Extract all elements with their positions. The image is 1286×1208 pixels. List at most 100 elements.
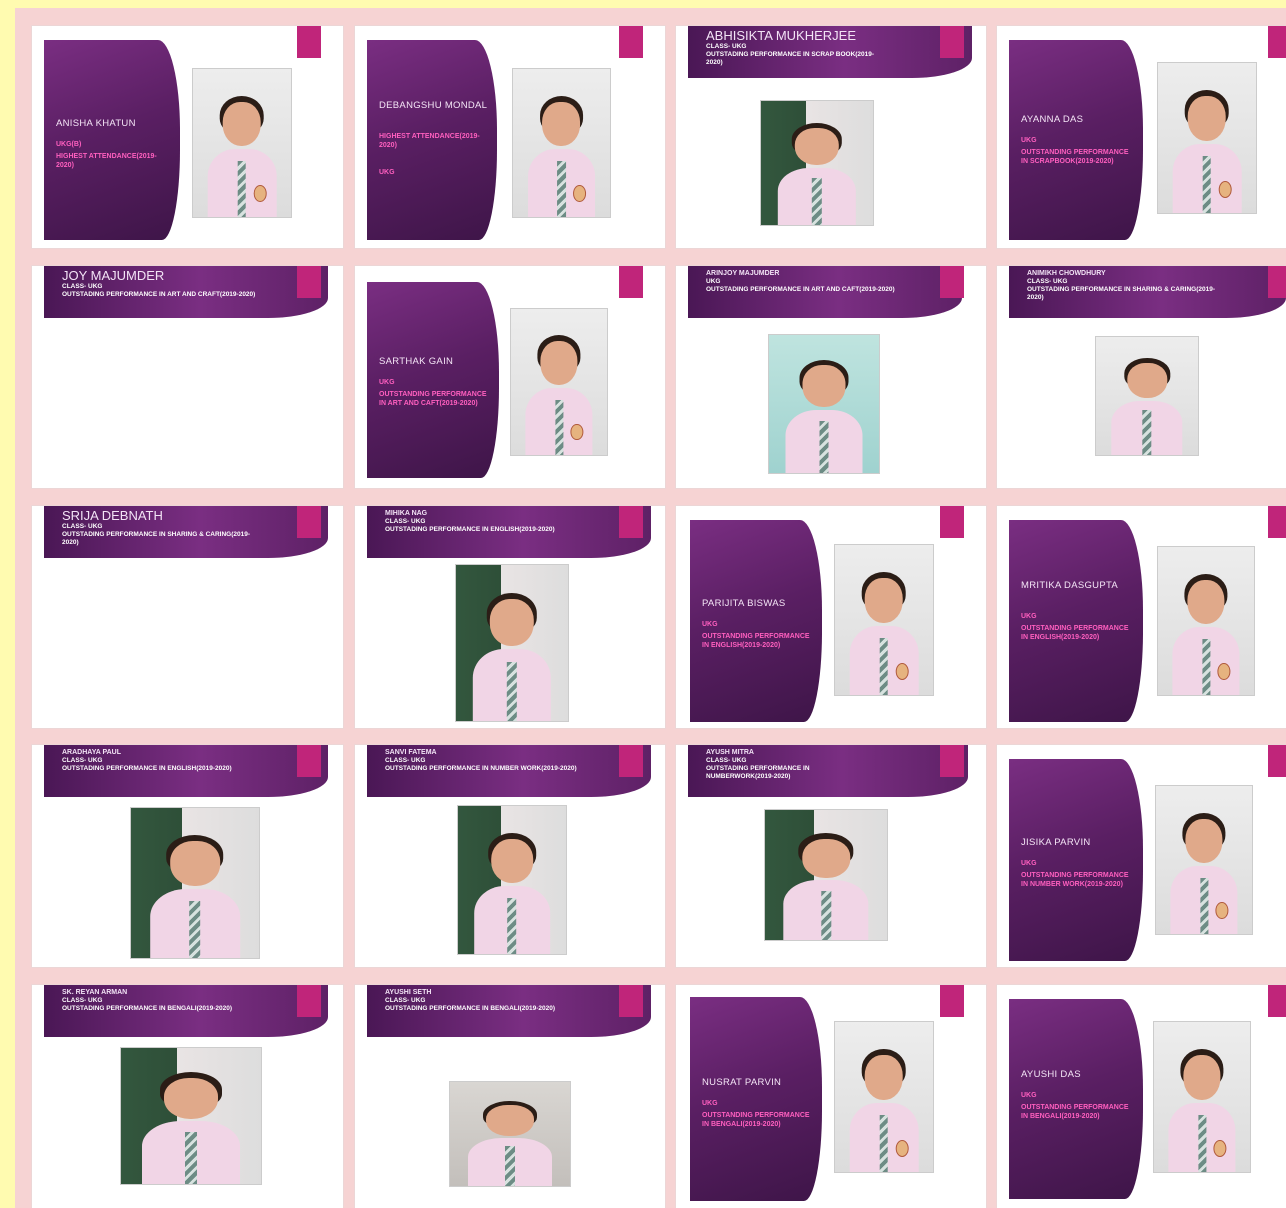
title-band: MIHIKA NAG CLASS- UKG OUTSTADING PERFORM… — [367, 506, 651, 558]
title-band: AYUSH MITRA CLASS- UKG OUTSTADING PERFOR… — [688, 745, 968, 797]
award-class: CLASS- UKG — [385, 997, 426, 1004]
award-line: OUTSTANDING PERFORMANCE IN SCRAPBOOK(201… — [1021, 149, 1129, 165]
award-class: CLASS- UKG — [62, 523, 103, 530]
slide-19[interactable]: NUSRAT PARVIN UKG OUTSTANDING PERFORMANC… — [676, 985, 986, 1208]
slide-16[interactable]: JISIKA PARVIN UKG OUTSTANDING PERFORMANC… — [997, 745, 1286, 967]
title-band: SRIJA DEBNATH CLASS- UKG OUTSTADING PERF… — [44, 506, 328, 558]
slide-3[interactable]: ABHISIKTA MUKHERJEE CLASS- UKG OUTSTADIN… — [676, 26, 986, 248]
student-name: SK. REYAN ARMAN — [62, 989, 128, 996]
student-photo — [1157, 62, 1257, 214]
award-class: UKG — [702, 1100, 718, 1107]
slide-2[interactable]: DEBANGSHU MONDAL HIGHEST ATTENDANCE(2019… — [355, 26, 665, 248]
student-photo — [192, 68, 292, 218]
award-class: UKG — [379, 379, 395, 386]
award-class: CLASS- UKG — [62, 757, 103, 764]
award-class: CLASS- UKG — [706, 757, 747, 764]
slide-18[interactable]: AYUSHI SETH CLASS- UKG OUTSTADING PERFOR… — [355, 985, 665, 1208]
award-class: UKG — [706, 278, 721, 285]
accent-square — [619, 266, 643, 298]
student-photo — [760, 100, 874, 226]
title-band: ARINJOY MAJUMDER UKG OUTSTADING PERFORMA… — [688, 266, 962, 318]
accent-square — [619, 506, 643, 538]
student-photo — [834, 544, 934, 696]
title-band: SARTHAK GAIN UKG OUTSTANDING PERFORMANCE… — [367, 282, 499, 478]
slide-4[interactable]: AYANNA DAS UKG OUTSTANDING PERFORMANCE I… — [997, 26, 1286, 248]
award-line: OUTSTADING PERFORMANCE IN BENGALI(2019-2… — [62, 1005, 232, 1012]
student-photo — [455, 564, 569, 722]
accent-square — [297, 985, 321, 1017]
slide-5[interactable]: JOY MAJUMDER CLASS- UKG OUTSTADING PERFO… — [32, 266, 343, 488]
award-line: OUTSTADING PERFORMANCE IN BENGALI(2019-2… — [385, 1005, 555, 1012]
portrait — [474, 806, 550, 954]
award-line: OUTSTADING PERFORMANCE IN ENGLISH(2019-2… — [385, 526, 555, 533]
accent-square — [619, 985, 643, 1017]
slide-20[interactable]: AYUSHI DAS UKG OUTSTANDING PERFORMANCE I… — [997, 985, 1286, 1208]
slide-17[interactable]: SK. REYAN ARMAN CLASS- UKG OUTSTADING PE… — [32, 985, 343, 1208]
portrait — [777, 101, 857, 225]
portrait — [527, 69, 596, 217]
slide-12[interactable]: MRITIKA DASGUPTA UKG OUTSTANDING PERFORM… — [997, 506, 1286, 728]
portrait — [1172, 547, 1240, 695]
student-name: JOY MAJUMDER — [62, 268, 165, 283]
student-name: MIHIKA NAG — [385, 510, 428, 517]
accent-square — [297, 266, 321, 298]
student-name: MRITIKA DASGUPTA — [1021, 580, 1118, 591]
slide-11[interactable]: PARIJITA BISWAS UKG OUTSTANDING PERFORMA… — [676, 506, 986, 728]
student-name: NUSRAT PARVIN — [702, 1077, 782, 1088]
title-band: ABHISIKTA MUKHERJEE CLASS- UKG OUTSTADIN… — [688, 26, 972, 78]
slide-7[interactable]: ARINJOY MAJUMDER UKG OUTSTADING PERFORMA… — [676, 266, 986, 488]
award-line: OUTSTANDING PERFORMANCE IN BENGALI(2019-… — [1021, 1104, 1129, 1120]
award-line: OUTSTANDING PERFORMANCE IN ENGLISH(2019-… — [702, 633, 810, 649]
award-class: UKG — [1021, 613, 1037, 620]
slide-6[interactable]: SARTHAK GAIN UKG OUTSTANDING PERFORMANCE… — [355, 266, 665, 488]
accent-square — [619, 745, 643, 777]
award-class: CLASS- UKG — [62, 997, 103, 1004]
portrait — [849, 545, 919, 695]
student-name: AYUSH MITRA — [706, 749, 754, 756]
student-name: SARTHAK GAIN — [379, 356, 454, 367]
student-name: ABHISIKTA MUKHERJEE — [706, 28, 857, 43]
slide-14[interactable]: SANVI FATEMA CLASS- UKG OUTSTADING PERFO… — [355, 745, 665, 967]
award-class: CLASS- UKG — [385, 518, 426, 525]
title-band: DEBANGSHU MONDAL HIGHEST ATTENDANCE(2019… — [367, 40, 497, 240]
student-photo — [457, 805, 567, 955]
title-band: ANIMIKH CHOWDHURY CLASS- UKG OUTSTADING … — [1009, 266, 1286, 318]
student-photo — [120, 1047, 262, 1185]
title-band: AYUSHI DAS UKG OUTSTANDING PERFORMANCE I… — [1009, 999, 1143, 1199]
student-name: SANVI FATEMA — [385, 749, 437, 756]
award-line: OUTSTANDING PERFORMANCE IN ENGLISH(2019-… — [1021, 625, 1129, 641]
award-class: UKG — [1021, 860, 1037, 867]
title-band: NUSRAT PARVIN UKG OUTSTANDING PERFORMANC… — [690, 997, 822, 1201]
portrait — [849, 1022, 919, 1172]
student-name: ARINJOY MAJUMDER — [706, 270, 780, 277]
portrait — [207, 69, 277, 217]
student-photo — [1095, 336, 1199, 456]
portrait — [1168, 1022, 1236, 1172]
slide-13[interactable]: ARADHAYA PAUL CLASS- UKG OUTSTADING PERF… — [32, 745, 343, 967]
slide-15[interactable]: AYUSH MITRA CLASS- UKG OUTSTADING PERFOR… — [676, 745, 986, 967]
award-line: OUTSTANDING PERFORMANCE IN NUMBER WORK(2… — [1021, 872, 1129, 888]
slide-1[interactable]: ANISHA KHATUN UKG(B) HIGHEST ATTENDANCE(… — [32, 26, 343, 248]
student-name: SRIJA DEBNATH — [62, 508, 163, 523]
slide-9[interactable]: SRIJA DEBNATH CLASS- UKG OUTSTADING PERF… — [32, 506, 343, 728]
award-class: UKG — [1021, 137, 1037, 144]
award-class: CLASS- UKG — [385, 757, 426, 764]
accent-square — [940, 26, 964, 58]
accent-square — [940, 985, 964, 1017]
student-name: ARADHAYA PAUL — [62, 749, 121, 756]
accent-square — [940, 745, 964, 777]
slide-10[interactable]: MIHIKA NAG CLASS- UKG OUTSTADING PERFORM… — [355, 506, 665, 728]
award-class: UKG(B) — [56, 141, 82, 148]
title-band: JOY MAJUMDER CLASS- UKG OUTSTADING PERFO… — [44, 266, 328, 318]
student-name: DEBANGSHU MONDAL — [379, 100, 488, 111]
accent-square — [1268, 26, 1286, 58]
award-line: OUTSTADING PERFORMANCE IN NUMBERWORK(201… — [706, 765, 810, 780]
student-photo — [768, 334, 880, 474]
title-band: SANVI FATEMA CLASS- UKG OUTSTADING PERFO… — [367, 745, 651, 797]
award-class: CLASS- UKG — [1027, 278, 1068, 285]
slide-8[interactable]: ANIMIKH CHOWDHURY CLASS- UKG OUTSTADING … — [997, 266, 1286, 488]
accent-square — [297, 26, 321, 58]
award-class: UKG — [702, 621, 718, 628]
student-name: AYUSHI DAS — [1021, 1069, 1081, 1080]
portrait — [150, 808, 240, 958]
